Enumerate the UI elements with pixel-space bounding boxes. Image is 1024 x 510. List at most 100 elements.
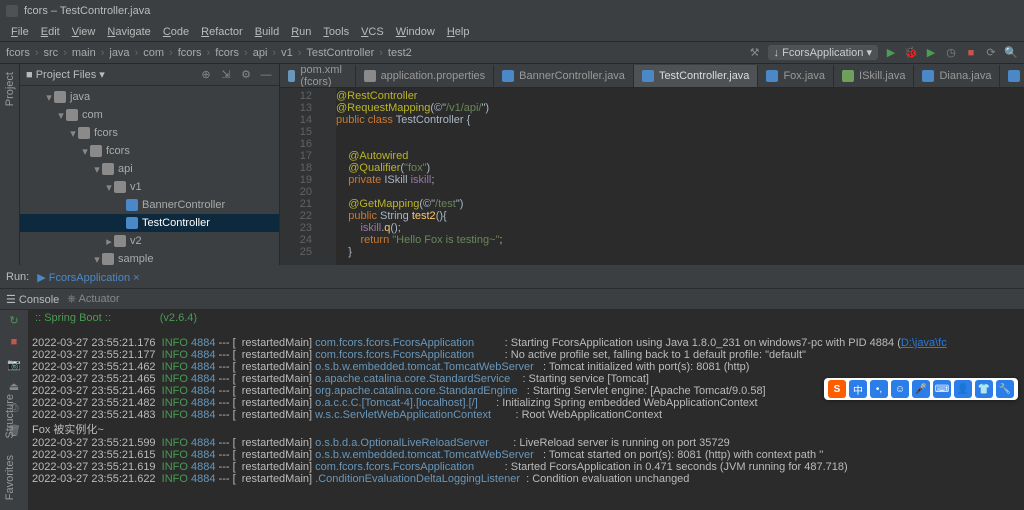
menu-edit[interactable]: Edit xyxy=(36,24,65,40)
ime-punct-icon[interactable]: •, xyxy=(870,380,888,398)
breadcrumb-item[interactable]: fcors xyxy=(6,47,30,59)
project-settings-icon[interactable]: ⊕ xyxy=(199,68,213,82)
build-icon[interactable]: ⚒ xyxy=(748,46,762,60)
menu-file[interactable]: File xyxy=(6,24,34,40)
editor-tab[interactable]: Diana.java xyxy=(914,65,1000,87)
file-icon xyxy=(766,70,778,82)
ime-tool-icon[interactable]: 🔧 xyxy=(996,380,1014,398)
titlebar: fcors – TestController.java xyxy=(0,0,1024,22)
search-icon[interactable]: 🔍 xyxy=(1004,46,1018,60)
folder-icon xyxy=(102,163,114,175)
editor-tab[interactable]: BannerController.java xyxy=(494,65,634,87)
debug-button[interactable]: 🐞 xyxy=(904,46,918,60)
tree-item[interactable]: ▸v2 xyxy=(20,232,279,250)
editor-tab[interactable]: application.properties xyxy=(356,65,495,87)
breadcrumb-item[interactable]: main xyxy=(72,47,96,59)
breadcrumb-item[interactable]: com xyxy=(143,47,164,59)
side-tab-favorites[interactable]: Favorites xyxy=(2,451,18,504)
tree-item[interactable]: ▾api xyxy=(20,160,279,178)
tree-item[interactable]: ▾com xyxy=(20,106,279,124)
breadcrumb-item[interactable]: src xyxy=(44,47,59,59)
breadcrumb-item[interactable]: java xyxy=(109,47,129,59)
breadcrumb-item[interactable]: test2 xyxy=(388,47,412,59)
file-icon xyxy=(288,70,295,82)
tree-item[interactable]: ▾fcors xyxy=(20,142,279,160)
project-hide-icon[interactable]: — xyxy=(259,68,273,82)
app-icon xyxy=(6,5,18,17)
menu-help[interactable]: Help xyxy=(442,24,475,40)
ime-skin-icon[interactable]: 👕 xyxy=(975,380,993,398)
tree-item[interactable]: TestController xyxy=(20,214,279,232)
editor-tab[interactable]: pom.xml (fcors) xyxy=(280,65,356,87)
folder-icon xyxy=(114,181,126,193)
tree-item[interactable]: ▾sample xyxy=(20,250,279,265)
code-lines[interactable]: @RestController@RequestMapping(©"/v1/api… xyxy=(336,88,1024,265)
breadcrumb-item[interactable]: api xyxy=(253,47,268,59)
menu-tools[interactable]: Tools xyxy=(318,24,354,40)
profile-button[interactable]: ◷ xyxy=(944,46,958,60)
menubar: FileEditViewNavigateCodeRefactorBuildRun… xyxy=(0,22,1024,42)
run-subtab-actuator[interactable]: ⎈ Actuator xyxy=(67,293,119,306)
tree-item[interactable]: ▾v1 xyxy=(20,178,279,196)
project-view-mode[interactable]: ■ Project Files ▾ xyxy=(26,68,105,81)
run-tab[interactable]: ▶ FcorsApplication × xyxy=(37,271,139,284)
ime-keyboard-icon[interactable]: ⌨ xyxy=(933,380,951,398)
menu-vcs[interactable]: VCS xyxy=(356,24,389,40)
ime-toolbar[interactable]: S 中 •, ☺ 🎤 ⌨ 👤 👕 🔧 xyxy=(824,378,1018,400)
menu-navigate[interactable]: Navigate xyxy=(102,24,155,40)
editor-tab[interactable]: FcorsApplication.java xyxy=(1000,65,1024,87)
ime-user-icon[interactable]: 👤 xyxy=(954,380,972,398)
run-button[interactable]: ▶ xyxy=(884,46,898,60)
editor-tab[interactable]: Fox.java xyxy=(758,65,834,87)
breadcrumb-item[interactable]: fcors xyxy=(215,47,239,59)
gutter-marks xyxy=(318,88,336,265)
run-config-selector[interactable]: ↓ FcorsApplication ▾ xyxy=(768,45,878,60)
stop-button[interactable]: ■ xyxy=(964,46,978,60)
dump-button[interactable]: 📷 xyxy=(6,356,22,372)
tree-item[interactable]: BannerController xyxy=(20,196,279,214)
project-gear-icon[interactable]: ⚙ xyxy=(239,68,253,82)
menu-refactor[interactable]: Refactor xyxy=(196,24,248,40)
project-collapse-icon[interactable]: ⇲ xyxy=(219,68,233,82)
stop-run-button[interactable]: ■ xyxy=(6,334,22,350)
window-title: fcors – TestController.java xyxy=(24,5,150,17)
editor-tab[interactable]: TestController.java xyxy=(634,65,759,87)
file-icon xyxy=(842,70,854,82)
breadcrumb-item[interactable]: TestController xyxy=(306,47,374,59)
folder-icon xyxy=(90,145,102,157)
ime-lang-icon[interactable]: 中 xyxy=(849,380,867,398)
project-tool-window: ■ Project Files ▾ ⊕ ⇲ ⚙ — ▾java▾com▾fcor… xyxy=(20,64,280,265)
ime-voice-icon[interactable]: 🎤 xyxy=(912,380,930,398)
side-tab-structure[interactable]: Structure xyxy=(2,390,18,443)
file-icon xyxy=(642,70,654,82)
tree-item[interactable]: ▾fcors xyxy=(20,124,279,142)
ime-emoji-icon[interactable]: ☺ xyxy=(891,380,909,398)
toolbar: fcors src main java com fcors fcors api v1 TestCo… xyxy=(0,42,1024,64)
folder-icon xyxy=(78,127,90,139)
file-icon xyxy=(1008,70,1020,82)
menu-build[interactable]: Build xyxy=(250,24,284,40)
file-icon xyxy=(364,70,376,82)
run-subtab-console[interactable]: ☰ Console xyxy=(6,293,59,306)
folder-icon xyxy=(102,253,114,265)
file-icon xyxy=(922,70,934,82)
editor-tab[interactable]: ISkill.java xyxy=(834,65,914,87)
breadcrumb-item[interactable]: v1 xyxy=(281,47,293,59)
folder-icon xyxy=(66,109,78,121)
side-tab-project[interactable]: Project xyxy=(2,68,18,110)
menu-window[interactable]: Window xyxy=(391,24,440,40)
menu-run[interactable]: Run xyxy=(286,24,316,40)
rerun-button[interactable]: ↻ xyxy=(6,312,22,328)
console-output[interactable]: :: Spring Boot :: (v2.6.4)2022-03-27 23:… xyxy=(28,310,1024,510)
tree-item[interactable]: ▾java xyxy=(20,88,279,106)
run-label: Run: xyxy=(6,271,29,283)
code-editor[interactable]: 1213141516171819202122232425 @RestContro… xyxy=(280,88,1024,265)
coverage-button[interactable]: ▶ xyxy=(924,46,938,60)
menu-code[interactable]: Code xyxy=(158,24,194,40)
folder-icon xyxy=(54,91,66,103)
menu-view[interactable]: View xyxy=(67,24,101,40)
ime-logo-icon[interactable]: S xyxy=(828,380,846,398)
git-update-icon[interactable]: ⟳ xyxy=(984,46,998,60)
project-tree[interactable]: ▾java▾com▾fcors▾fcors▾api▾v1BannerContro… xyxy=(20,86,279,265)
breadcrumb-item[interactable]: fcors xyxy=(178,47,202,59)
